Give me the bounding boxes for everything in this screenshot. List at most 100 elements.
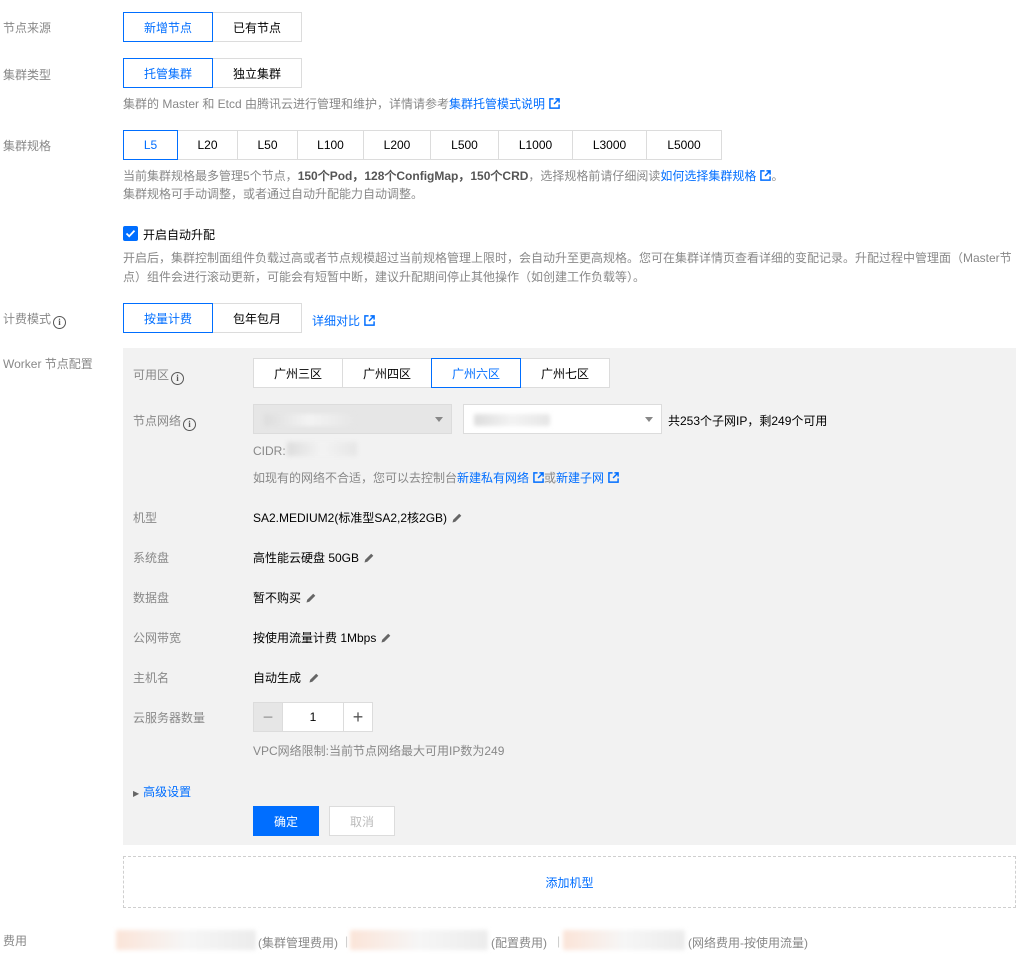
server-count-input[interactable]: 1 (283, 702, 343, 732)
zone-option-gz6[interactable]: 广州六区 (431, 358, 521, 388)
spec-option-l1000[interactable]: L1000 (498, 130, 573, 160)
external-link-icon (608, 472, 619, 483)
spec-option-l50[interactable]: L50 (237, 130, 298, 160)
billing-label-text: 计费模式 (3, 312, 52, 326)
info-icon[interactable]: i (53, 316, 67, 329)
cluster-type-label: 集群类型 (3, 68, 52, 82)
external-link-icon (533, 472, 544, 483)
node-source-existing-button[interactable]: 已有节点 (212, 12, 302, 42)
vpc-limit-hint: VPC网络限制:当前节点网络最大可用IP数为249 (253, 744, 505, 758)
spec-hint-text-1: 当前集群规格最多管理5个节点， (123, 169, 298, 183)
worker-config-label: Worker 节点配置 (3, 357, 93, 371)
billing-prepaid-button[interactable]: 包年包月 (212, 303, 302, 333)
spec-guide-link-text: 如何选择集群规格 (660, 169, 757, 183)
hostname-value-text: 自动生成 (253, 671, 302, 685)
cluster-type-independent-button[interactable]: 独立集群 (212, 58, 302, 88)
hostname-value: 自动生成 (253, 669, 320, 686)
bandwidth-value-text: 按使用流量计费 1Mbps (253, 631, 377, 645)
cost-separator: | (345, 934, 349, 948)
auto-upgrade-label[interactable]: 开启自动升配 (143, 226, 215, 243)
cluster-type-hint: 集群的 Master 和 Etcd 由腾讯云进行管理和维护，详情请参考集群托管模… (123, 94, 560, 114)
data-disk-value-text: 暂不购买 (253, 591, 302, 605)
billing-segment: 按量计费 包年包月 (123, 303, 302, 333)
edit-pencil-icon[interactable] (305, 592, 317, 604)
spec-hint-bold: 150个Pod，128个ConfigMap，150个CRD (297, 169, 529, 183)
auto-upgrade-checkbox[interactable] (123, 226, 138, 241)
cluster-spec-label: 集群规格 (3, 139, 52, 153)
redacted-vpc (264, 414, 354, 426)
spec-hint-text-3: ，选择规格前请仔细阅读 (528, 169, 661, 183)
model-value: SA2.MEDIUM2(标准型SA2,2核2GB) (253, 509, 463, 526)
decrement-button[interactable]: − (253, 702, 283, 732)
cost-item-network: (网络费用-按使用流量) (688, 936, 808, 950)
info-icon[interactable]: i (171, 372, 185, 385)
spec-option-l20[interactable]: L20 (177, 130, 238, 160)
cancel-button[interactable]: 取消 (329, 806, 395, 836)
advanced-settings-toggle[interactable]: ▶ 高级设置 (133, 783, 191, 800)
node-source-label: 节点来源 (3, 21, 52, 35)
add-model-button[interactable]: 添加机型 (123, 856, 1016, 908)
managed-mode-doc-link[interactable]: 集群托管模式说明 (449, 97, 560, 111)
hostname-label: 主机名 (133, 671, 170, 685)
system-disk-value: 高性能云硬盘 50GB (253, 549, 375, 566)
new-vpc-link-text: 新建私有网络 (457, 471, 530, 485)
caret-right-icon: ▶ (133, 789, 140, 798)
spec-option-l100[interactable]: L100 (297, 130, 364, 160)
spec-option-l200[interactable]: L200 (363, 130, 431, 160)
spec-option-l500[interactable]: L500 (430, 130, 499, 160)
data-disk-label: 数据盘 (133, 591, 170, 605)
zone-label-text: 可用区 (133, 368, 170, 382)
or-text: 或 (544, 471, 557, 485)
spec-option-l3000[interactable]: L3000 (572, 130, 647, 160)
redacted-subnet (474, 414, 550, 426)
system-disk-value-text: 高性能云硬盘 50GB (253, 551, 360, 565)
subnet-ip-info: 共253个子网IP，剩249个可用 (668, 414, 828, 428)
redacted-cost-2 (350, 930, 488, 950)
zone-option-gz3[interactable]: 广州三区 (253, 358, 343, 388)
spec-option-l5000[interactable]: L5000 (646, 130, 722, 160)
new-vpc-link[interactable]: 新建私有网络 (457, 471, 544, 485)
new-subnet-link[interactable]: 新建子网 (556, 471, 619, 485)
edit-pencil-icon[interactable] (380, 632, 392, 644)
zone-option-gz4[interactable]: 广州四区 (342, 358, 432, 388)
confirm-button[interactable]: 确定 (253, 806, 319, 836)
caret-down-icon (435, 417, 443, 422)
edit-pencil-icon[interactable] (451, 512, 463, 524)
caret-down-icon (645, 417, 653, 422)
network-hint: 如现有的网络不合适，您可以去控制台新建私有网络 或新建子网 (253, 469, 619, 486)
subnet-select[interactable] (463, 404, 662, 434)
zone-option-gz7[interactable]: 广州七区 (520, 358, 610, 388)
cluster-type-managed-button[interactable]: 托管集群 (123, 58, 213, 88)
cost-item-cluster: (集群管理费用) (258, 936, 338, 950)
new-subnet-link-text: 新建子网 (556, 471, 605, 485)
spec-option-l5[interactable]: L5 (123, 130, 178, 160)
auto-upgrade-desc-1: 开启后，集群控制面组件负载过高或者节点规模超过当前规格管理上限时，会自动升至更高… (123, 251, 1012, 265)
external-link-icon (760, 170, 772, 181)
bandwidth-label: 公网带宽 (133, 631, 182, 645)
system-disk-label: 系统盘 (133, 551, 170, 565)
bandwidth-value: 按使用流量计费 1Mbps (253, 629, 392, 646)
cidr-label: CIDR: (253, 444, 286, 458)
increment-button[interactable]: + (343, 702, 373, 732)
model-label: 机型 (133, 511, 158, 525)
spec-guide-link[interactable]: 如何选择集群规格 (660, 169, 772, 183)
edit-pencil-icon[interactable] (308, 672, 320, 684)
redacted-cost-3 (563, 930, 685, 950)
billing-compare-link-text: 详细对比 (312, 314, 361, 328)
zone-label: 可用区 i (133, 366, 185, 385)
cluster-spec-hint: 当前集群规格最多管理5个节点，150个Pod，128个ConfigMap，150… (123, 166, 783, 186)
vpc-select[interactable] (253, 404, 452, 434)
billing-payg-button[interactable]: 按量计费 (123, 303, 213, 333)
edit-pencil-icon[interactable] (363, 552, 375, 564)
check-icon (125, 229, 136, 238)
network-label-text: 节点网络 (133, 414, 182, 428)
model-value-text: SA2.MEDIUM2(标准型SA2,2核2GB) (253, 511, 448, 525)
node-source-segment: 新增节点 已有节点 (123, 12, 302, 42)
data-disk-value: 暂不购买 (253, 589, 317, 606)
node-source-new-button[interactable]: 新增节点 (123, 12, 213, 42)
worker-config-panel: 可用区 i 广州三区 广州四区 广州六区 广州七区 节点网络 i 共253个子网IP… (123, 348, 1016, 845)
billing-compare-link[interactable]: 详细对比 (312, 312, 375, 329)
billing-label: 计费模式 i (3, 310, 67, 329)
external-link-icon (364, 315, 375, 326)
info-icon[interactable]: i (183, 418, 197, 431)
